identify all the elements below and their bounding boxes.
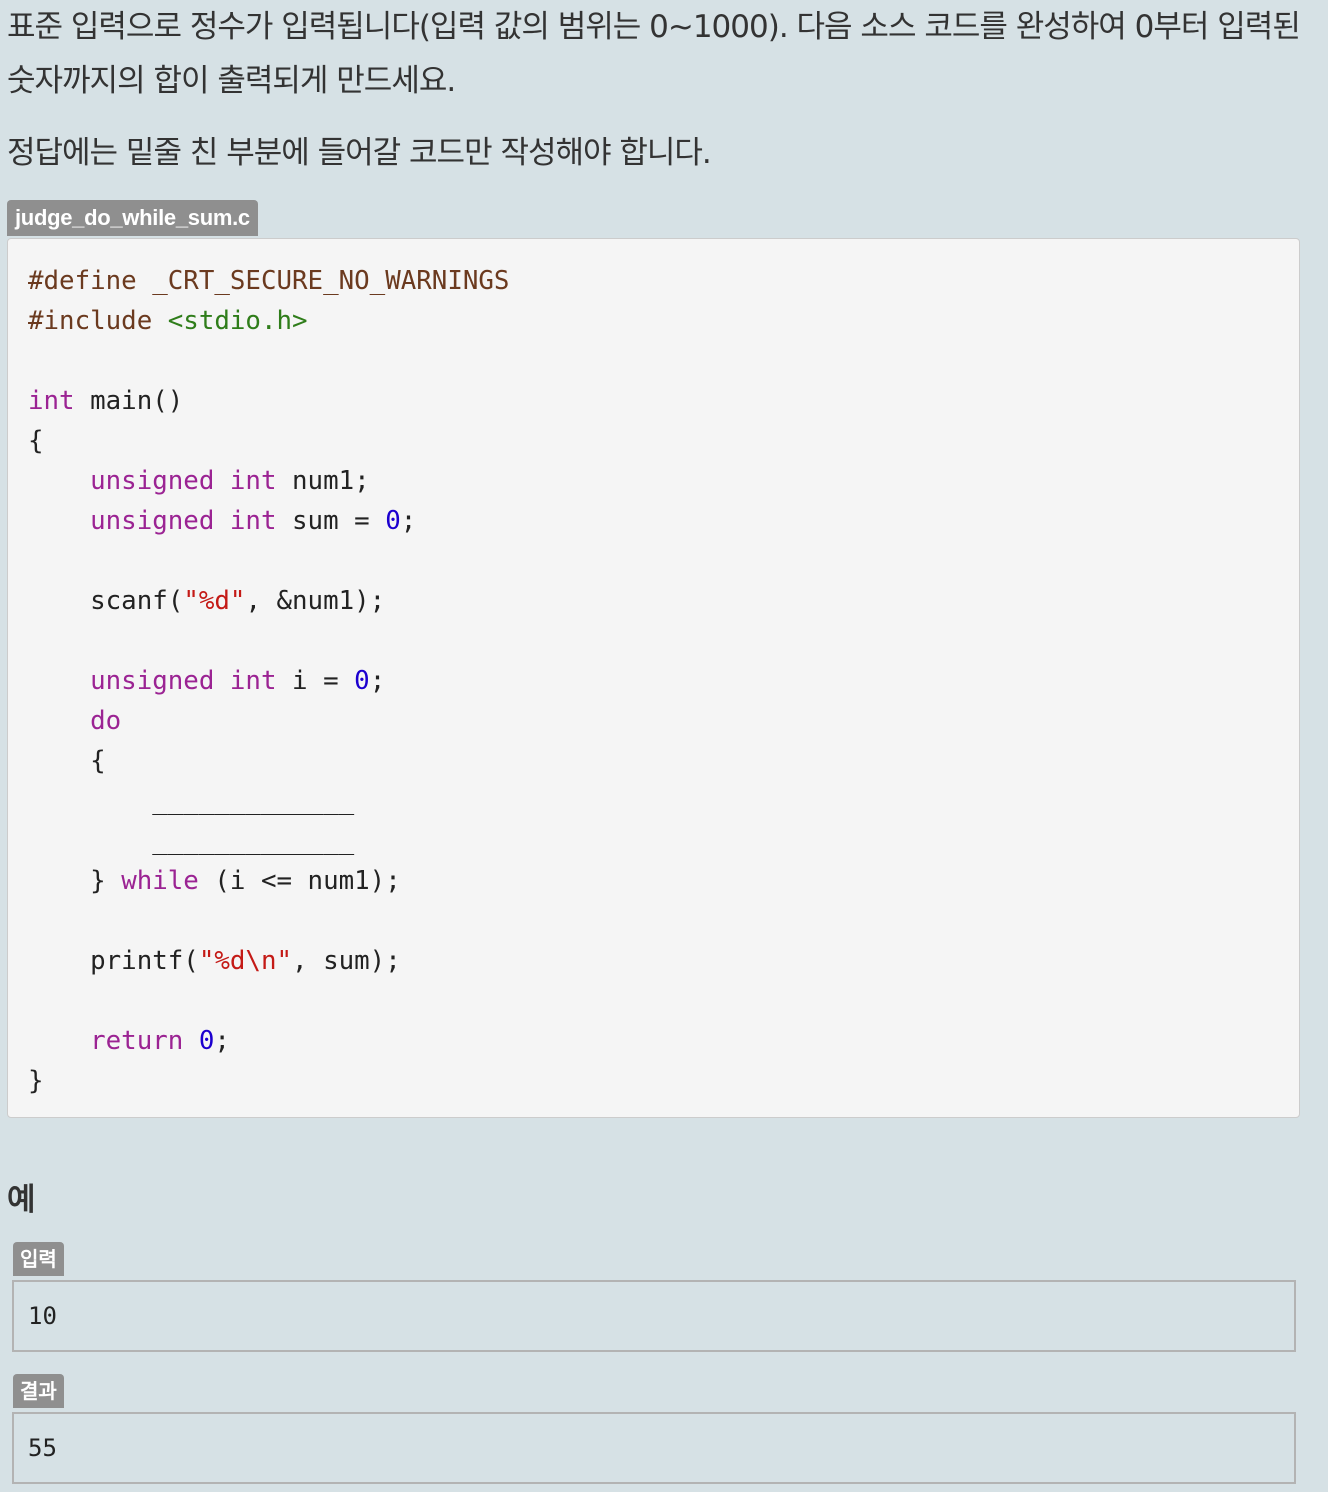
code-token: unsigned [90, 666, 215, 696]
code-token: } [28, 1066, 44, 1096]
code-line: #include <stdio.h> [28, 301, 509, 341]
code-token: (i <= num1); [198, 866, 401, 896]
code-token: ; [214, 1026, 230, 1056]
code-token: "%d" [183, 586, 246, 616]
code-token: { [28, 746, 106, 776]
code-token: ; [400, 506, 417, 536]
code-token: int [229, 466, 277, 496]
code-token: return [90, 1026, 184, 1056]
code-token: sum = [276, 506, 386, 536]
code-line: _____________ [28, 781, 509, 821]
code-token: num1; [276, 466, 370, 496]
code-line: unsigned int sum = 0; [28, 501, 509, 541]
code-line: } [28, 1061, 509, 1101]
source-code: #define _CRT_SECURE_NO_WARNINGS #include … [28, 261, 509, 1101]
blank-underline: _____________ [28, 826, 355, 856]
code-token: unsigned [90, 506, 215, 536]
code-token: scanf( [28, 586, 184, 616]
code-token: "%d\n" [198, 946, 293, 976]
example-input-box: 10 [12, 1280, 1296, 1352]
code-token: } [28, 866, 122, 896]
problem-description: 표준 입력으로 정수가 입력됩니다(입력 값의 범위는 0~1000). 다음 … [7, 9, 1301, 99]
code-token: printf( [28, 946, 199, 976]
example-output-box: 55 [12, 1412, 1296, 1484]
code-token: 0 [385, 506, 401, 536]
code-line: } while (i <= num1); [28, 861, 509, 901]
code-line: #define _CRT_SECURE_NO_WARNINGS [28, 261, 509, 301]
code-token: , &num1); [245, 586, 386, 616]
code-line: int main() [28, 381, 509, 421]
code-token: { [28, 426, 44, 456]
code-token: main() [74, 386, 184, 416]
code-token: ; [369, 666, 386, 696]
code-line: _____________ [28, 821, 509, 861]
code-token: 0 [354, 666, 370, 696]
code-token: , sum); [292, 946, 401, 976]
code-token: #define _CRT_SECURE_NO_WARNINGS [28, 266, 510, 296]
code-token: int [229, 506, 277, 536]
input-label: 입력 [13, 1242, 64, 1276]
code-token: 0 [198, 1026, 215, 1056]
code-token: <stdio.h> [167, 306, 308, 336]
code-line: scanf("%d", &num1); [28, 581, 509, 621]
answer-instruction: 정답에는 밑줄 친 부분에 들어갈 코드만 작성해야 합니다. [7, 135, 712, 171]
code-line: do [28, 701, 509, 741]
code-line: unsigned int num1; [28, 461, 509, 501]
code-block: #define _CRT_SECURE_NO_WARNINGS #include … [7, 238, 1300, 1118]
code-line: unsigned int i = 0; [28, 661, 509, 701]
output-label: 결과 [13, 1374, 64, 1408]
code-line: return 0; [28, 1021, 509, 1061]
blank-underline: _____________ [28, 786, 355, 816]
code-token: int [229, 666, 277, 696]
code-line: printf("%d\n", sum); [28, 941, 509, 981]
code-token: while [121, 866, 199, 896]
code-token: i = [276, 666, 355, 696]
code-token: int [28, 386, 75, 416]
code-token: unsigned [90, 466, 215, 496]
code-line: { [28, 741, 509, 781]
example-heading: 예 [7, 1182, 36, 1218]
code-filename-label: judge_do_while_sum.c [7, 200, 258, 236]
code-line: { [28, 421, 509, 461]
code-token: #include [28, 306, 168, 336]
code-token: do [90, 706, 122, 736]
